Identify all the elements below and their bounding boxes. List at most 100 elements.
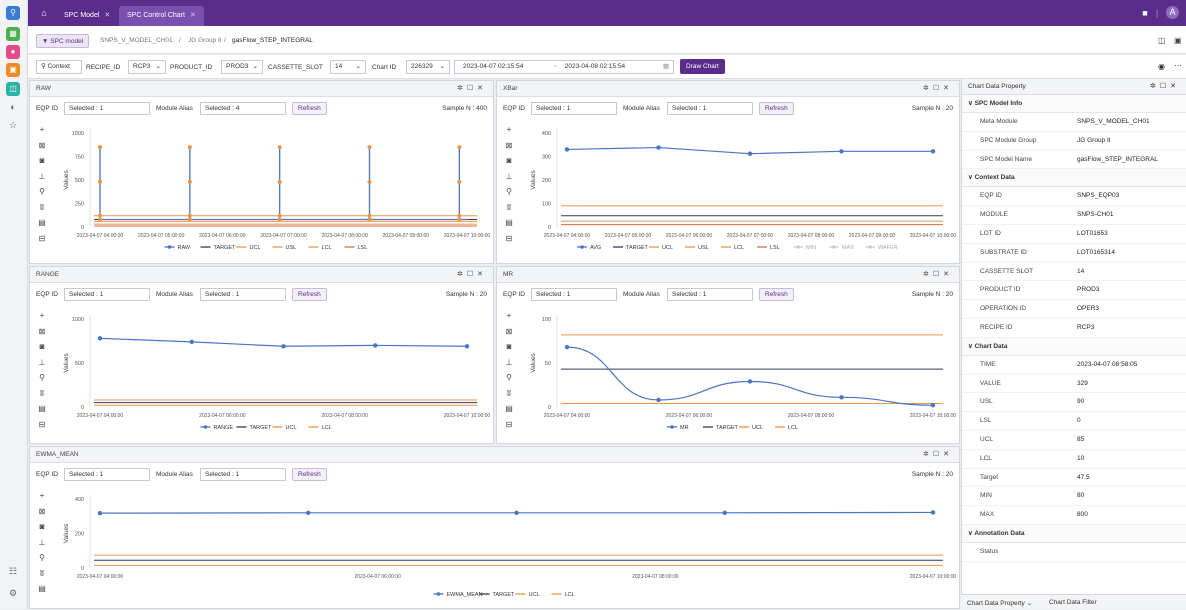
data-point[interactable] <box>97 336 103 341</box>
spc-model-button[interactable]: ▼ SPC model <box>36 34 90 48</box>
settings-icon[interactable]: ⚙ <box>7 587 19 599</box>
data-point[interactable] <box>187 213 192 218</box>
data-point[interactable] <box>98 179 102 184</box>
legend-item[interactable]: UCL <box>752 425 763 431</box>
draw-chart-button[interactable]: Draw Chart <box>680 59 725 74</box>
legend-item[interactable]: LCL <box>734 245 744 251</box>
legend-item[interactable]: TARGET <box>626 245 649 251</box>
data-point[interactable] <box>187 217 192 222</box>
document-icon[interactable]: ▣ <box>1174 36 1184 46</box>
data-point[interactable] <box>277 145 282 150</box>
data-point[interactable] <box>187 179 192 184</box>
legend-item[interactable]: EWMA_MEAN <box>447 592 483 598</box>
data-point[interactable] <box>189 339 194 345</box>
data-point[interactable] <box>306 510 311 515</box>
data-point[interactable] <box>564 147 570 152</box>
data-point[interactable] <box>277 213 282 218</box>
data-point[interactable] <box>373 343 378 348</box>
apps-icon[interactable]: ▦ <box>6 27 20 41</box>
folder-icon[interactable]: ▣ <box>6 63 20 77</box>
legend-item[interactable]: LCL <box>322 425 332 431</box>
data-point[interactable] <box>97 510 103 516</box>
legend-item[interactable]: TARGET <box>716 425 739 431</box>
breadcrumb-item[interactable]: SNPS_V_MODEL_CH01 <box>100 37 173 44</box>
breadcrumb-item[interactable]: JG Group II <box>188 37 222 44</box>
legend-item[interactable]: USL <box>698 245 709 251</box>
legend-item[interactable]: MAX <box>842 245 854 251</box>
data-point[interactable] <box>457 179 462 184</box>
tab-chart-data-filter[interactable]: Chart Data Filter <box>1049 599 1097 606</box>
eye-icon[interactable]: ◉ <box>1158 62 1165 71</box>
history-icon[interactable]: ◐ <box>7 101 19 113</box>
context-button[interactable]: ⚲ Context <box>36 60 82 74</box>
search-icon[interactable]: ⚲ <box>6 6 20 20</box>
legend-item[interactable]: LCL <box>565 592 575 598</box>
notification-bell-icon[interactable]: ■ <box>1140 6 1150 20</box>
legend-item[interactable]: RANGE <box>214 425 234 431</box>
data-point[interactable] <box>98 145 102 150</box>
legend-item[interactable]: TARGET <box>493 592 516 598</box>
data-point[interactable] <box>747 151 753 156</box>
data-point[interactable] <box>187 145 192 150</box>
star-icon[interactable]: ☆ <box>7 119 19 131</box>
data-point[interactable] <box>564 344 570 350</box>
legend-item[interactable]: MIN <box>806 245 816 251</box>
pin-icon[interactable]: ✲ <box>1150 83 1160 90</box>
data-point[interactable] <box>930 403 936 408</box>
data-point[interactable] <box>930 149 936 154</box>
data-point[interactable] <box>930 510 936 515</box>
data-point[interactable] <box>277 217 282 222</box>
data-point[interactable] <box>722 510 727 515</box>
data-point[interactable] <box>367 145 372 150</box>
chart-id-select[interactable]: 226329 ⌄ <box>406 60 450 74</box>
legend-item[interactable]: TARGET <box>214 245 237 251</box>
maximize-icon[interactable]: ☐ <box>1160 83 1170 90</box>
section-header[interactable]: ∨ Annotation Data <box>962 524 1186 543</box>
data-point[interactable] <box>98 213 102 218</box>
grid-icon[interactable]: ☷ <box>7 565 19 577</box>
tab-spc-model[interactable]: SPC Model ✕ <box>56 6 118 26</box>
legend-item[interactable]: TARGET <box>250 425 273 431</box>
recipe-select[interactable]: RCP3 ⌄ <box>128 60 166 74</box>
data-point[interactable] <box>839 395 844 400</box>
legend-item[interactable]: UCL <box>662 245 673 251</box>
close-icon[interactable]: ✕ <box>104 12 110 19</box>
close-icon[interactable]: ✕ <box>1170 83 1180 90</box>
cassette-select[interactable]: 14 ⌄ <box>330 60 366 74</box>
data-point[interactable] <box>747 379 753 384</box>
legend-item[interactable]: UCL <box>250 245 261 251</box>
legend-item[interactable]: LCL <box>788 425 798 431</box>
data-point[interactable] <box>98 217 102 222</box>
close-icon[interactable]: ✕ <box>190 12 196 19</box>
data-point[interactable] <box>464 344 470 349</box>
legend-item[interactable]: RAW <box>178 245 191 251</box>
legend-item[interactable]: LCL <box>322 245 332 251</box>
data-point[interactable] <box>367 213 372 218</box>
chat-icon[interactable]: ● <box>6 45 20 59</box>
data-point[interactable] <box>277 179 282 184</box>
legend-item[interactable]: MR <box>680 425 689 431</box>
legend-item[interactable]: LSL <box>770 245 780 251</box>
more-icon[interactable]: ⋯ <box>1174 61 1182 70</box>
data-point[interactable] <box>839 149 844 154</box>
product-select[interactable]: PROD3 ⌄ <box>221 60 263 74</box>
tab-spc-control-chart[interactable]: SPC Control Chart ✕ <box>119 6 204 26</box>
data-point[interactable] <box>281 344 286 349</box>
date-range-input[interactable]: 2023-04-07 02:15:54 ~ 2023-04-08 02:15:5… <box>454 60 674 74</box>
avatar[interactable]: A <box>1166 6 1179 19</box>
legend-item[interactable]: WAFER <box>878 245 898 251</box>
data-point[interactable] <box>457 145 462 150</box>
data-point[interactable] <box>656 397 661 403</box>
layout-icon[interactable]: ◫ <box>1158 36 1168 46</box>
chart-app-icon[interactable]: ◫ <box>6 82 20 96</box>
legend-item[interactable]: AVG <box>590 245 601 251</box>
legend-item[interactable]: UCL <box>286 425 297 431</box>
data-point[interactable] <box>367 217 372 222</box>
section-header[interactable]: ∨ SPC Model Info <box>962 95 1186 113</box>
data-point[interactable] <box>367 179 372 184</box>
data-point[interactable] <box>514 510 519 515</box>
data-point[interactable] <box>656 145 661 150</box>
section-header[interactable]: ∨ Chart Data <box>962 337 1186 356</box>
tab-chart-data-property[interactable]: Chart Data Property ⌄ <box>967 599 1032 607</box>
legend-item[interactable]: UCL <box>529 592 540 598</box>
